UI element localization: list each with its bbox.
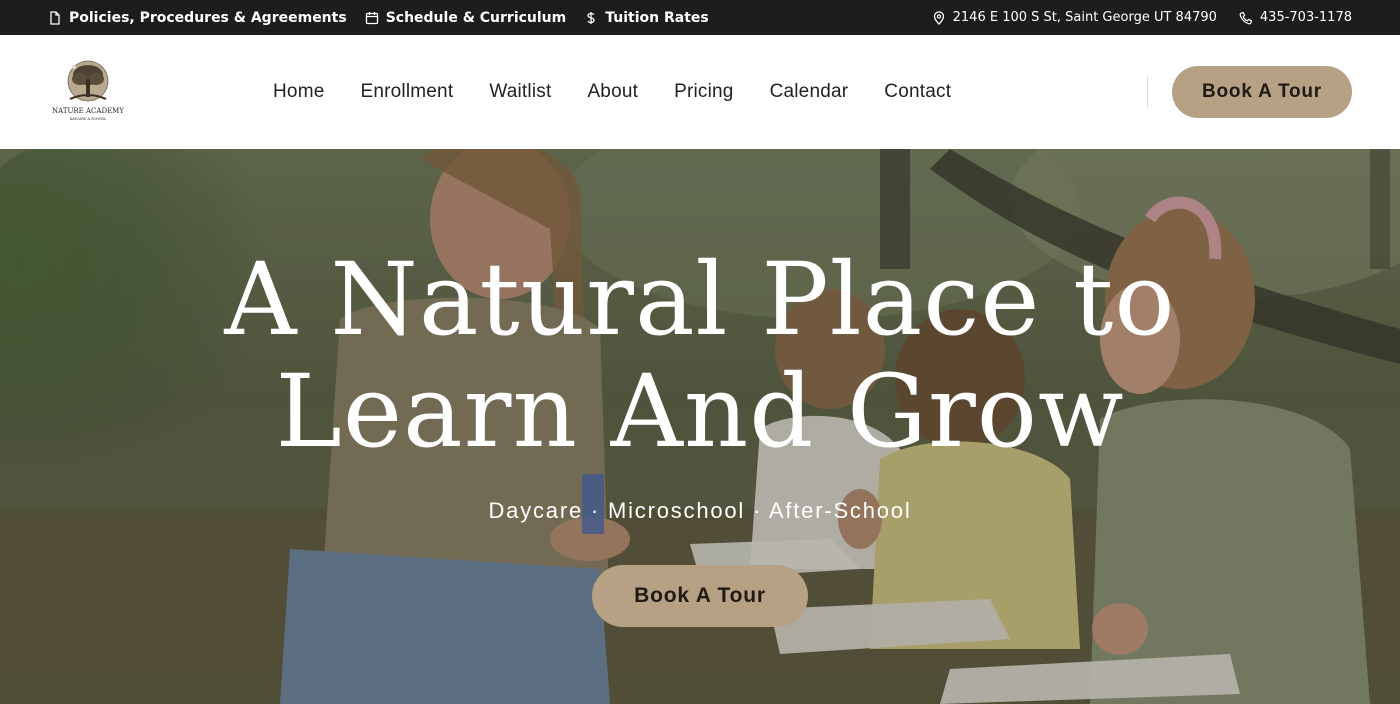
policies-label: Policies, Procedures & Agreements: [69, 9, 347, 26]
address-text: 2146 E 100 S St, Saint George UT 84790: [952, 10, 1217, 25]
address-info[interactable]: 2146 E 100 S St, Saint George UT 84790: [932, 10, 1217, 25]
map-pin-icon: [932, 10, 946, 25]
nature-academy-logo[interactable]: NATURE ACADEMY DAYCARE & SCHOOL: [48, 55, 128, 127]
calendar-icon: [365, 11, 379, 25]
contact-info-group: 2146 E 100 S St, Saint George UT 84790 4…: [910, 10, 1352, 25]
phone-icon: [1239, 11, 1253, 25]
hero-section: A Natural Place to Learn And Grow Daycar…: [0, 149, 1400, 704]
main-nav: Home Enrollment Waitlist About Pricing C…: [255, 35, 969, 149]
hero-title: A Natural Place to Learn And Grow: [0, 244, 1400, 468]
nav-home[interactable]: Home: [255, 81, 342, 103]
nav-calendar[interactable]: Calendar: [752, 81, 867, 103]
hero-title-line-2: Learn And Grow: [275, 353, 1125, 470]
phone-text: 435-703-1178: [1259, 10, 1352, 25]
nav-about[interactable]: About: [569, 81, 656, 103]
svg-text:NATURE ACADEMY: NATURE ACADEMY: [52, 107, 124, 115]
dollar-icon: [584, 11, 598, 25]
nav-pricing[interactable]: Pricing: [656, 81, 751, 103]
nav-contact[interactable]: Contact: [866, 81, 969, 103]
nav-waitlist[interactable]: Waitlist: [471, 81, 569, 103]
tuition-link[interactable]: Tuition Rates: [584, 9, 709, 26]
phone-info[interactable]: 435-703-1178: [1239, 10, 1352, 25]
nav-enrollment[interactable]: Enrollment: [342, 81, 471, 103]
schedule-link[interactable]: Schedule & Curriculum: [365, 9, 567, 26]
book-tour-header-button[interactable]: Book A Tour: [1172, 66, 1352, 118]
header-divider: [1147, 77, 1148, 107]
hero-title-line-1: A Natural Place to: [224, 241, 1176, 358]
site-header: NATURE ACADEMY DAYCARE & SCHOOL Home Enr…: [0, 35, 1400, 149]
top-utility-bar: Policies, Procedures & Agreements Schedu…: [0, 0, 1400, 35]
svg-text:DAYCARE & SCHOOL: DAYCARE & SCHOOL: [70, 117, 107, 121]
top-links-group: Policies, Procedures & Agreements Schedu…: [48, 10, 709, 26]
document-icon: [48, 10, 62, 25]
tuition-label: Tuition Rates: [605, 9, 709, 26]
policies-link[interactable]: Policies, Procedures & Agreements: [48, 10, 347, 26]
hero-subtitle: Daycare · Microschool · After-School: [488, 498, 912, 523]
book-tour-hero-button[interactable]: Book A Tour: [592, 565, 808, 627]
schedule-label: Schedule & Curriculum: [385, 9, 567, 26]
